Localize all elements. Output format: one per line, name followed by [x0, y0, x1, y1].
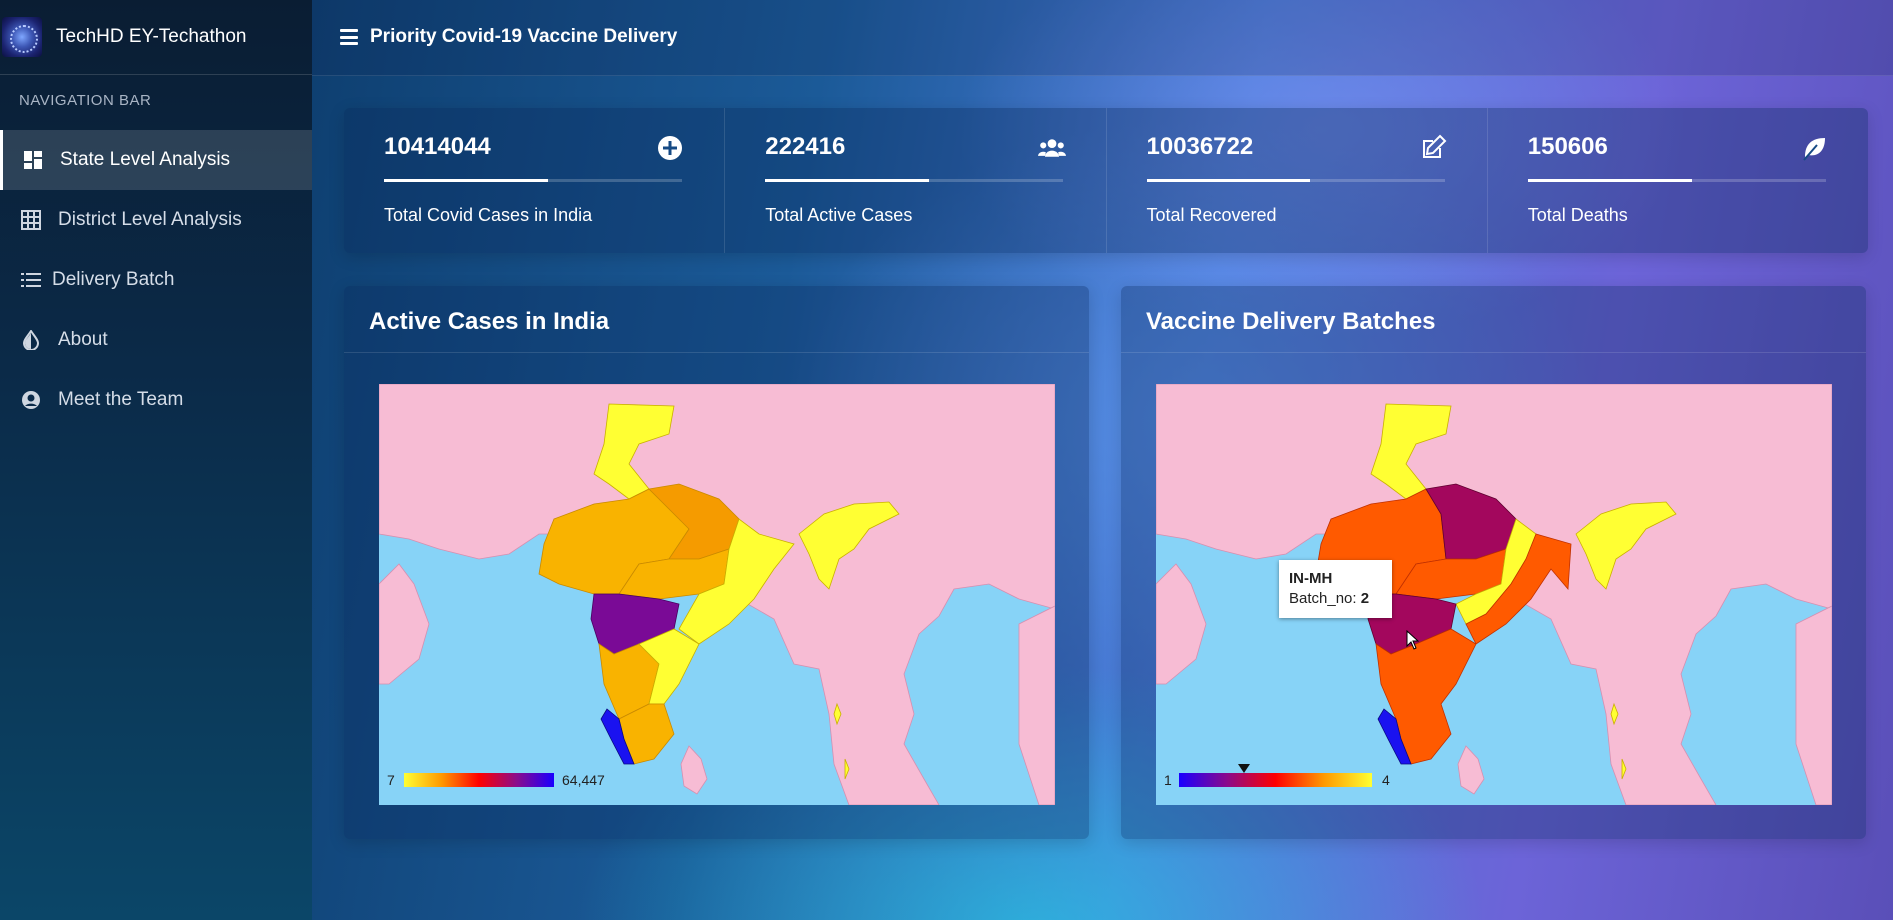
delivery-batches-panel: Vaccine Delivery Batches 1 4 IN-MH Batch… [1121, 286, 1866, 839]
stat-label: Total Recovered [1146, 205, 1277, 225]
legend: 7 64,447 [379, 384, 1055, 805]
sidebar: TechHD EY-Techathon NAVIGATION BAR State… [0, 0, 312, 920]
sidebar-item-district-level-analysis[interactable]: District Level Analysis [0, 190, 312, 250]
sidebar-item-label: Delivery Batch [52, 269, 175, 290]
leaf-icon [1803, 138, 1825, 161]
tooltip-value: 2 [1360, 590, 1370, 607]
progress-fill [384, 179, 548, 182]
list-icon [20, 269, 42, 291]
page-title: Priority Covid-19 Vaccine Delivery [370, 26, 678, 47]
sidebar-item-state-level-analysis[interactable]: State Level Analysis [0, 130, 312, 190]
sidebar-item-delivery-batch[interactable]: Delivery Batch [0, 250, 312, 310]
legend-min: 7 [387, 772, 395, 788]
mouse-cursor-icon [1406, 630, 1420, 650]
progress-track [1527, 179, 1826, 182]
brand[interactable]: TechHD EY-Techathon [0, 0, 312, 75]
tooltip-key: Batch_no: [1289, 590, 1357, 607]
page-title-area: Priority Covid-19 Vaccine Delivery [340, 26, 677, 48]
stat-value: 150606 [1527, 133, 1608, 160]
nav-header: NAVIGATION BAR [19, 92, 152, 109]
stat-label: Total Deaths [1527, 205, 1628, 225]
users-icon [1037, 139, 1066, 157]
stat-active-cases: 222416 Total Active Cases [725, 108, 1107, 253]
tooltip-state: IN-MH [1289, 570, 1333, 587]
color-scale [1179, 773, 1372, 787]
panel-title: Active Cases in India [344, 286, 1089, 353]
stat-total-cases: 10414044 Total Covid Cases in India [344, 108, 726, 253]
stat-label: Total Covid Cases in India [384, 205, 593, 225]
stat-value: 10414044 [384, 133, 491, 160]
delivery-batches-map[interactable]: 1 4 IN-MH Batch_no: 2 [1156, 384, 1832, 805]
map-tooltip: IN-MH Batch_no: 2 [1279, 560, 1392, 618]
sidebar-item-label: About [58, 329, 108, 350]
menu-icon[interactable] [340, 29, 358, 45]
stat-value: 222416 [765, 133, 846, 160]
legend-max: 4 [1382, 772, 1390, 788]
legend-marker [1238, 764, 1250, 773]
brand-title: TechHD EY-Techathon [56, 26, 247, 47]
sidebar-item-label: State Level Analysis [60, 149, 231, 170]
progress-fill [1527, 179, 1692, 182]
sidebar-item-meet-the-team[interactable]: Meet the Team [0, 370, 312, 430]
plus-circle-icon [658, 136, 683, 160]
sidebar-item-about[interactable]: About [0, 310, 312, 370]
stat-label: Total Active Cases [765, 205, 913, 225]
stat-value: 10036722 [1146, 133, 1254, 160]
panel-title: Vaccine Delivery Batches [1121, 286, 1866, 353]
dashboard-icon [22, 149, 44, 171]
user-circle-icon [20, 389, 42, 411]
stat-recovered: 10036722 Total Recovered [1107, 108, 1488, 253]
progress-track [1146, 179, 1445, 182]
color-scale [404, 773, 554, 787]
progress-fill [765, 179, 930, 182]
stat-deaths: 150606 Total Deaths [1488, 108, 1868, 253]
stats-card: 10414044 Total Covid Cases in India 2224… [344, 108, 1868, 253]
active-cases-map[interactable]: 7 64,447 [379, 384, 1055, 805]
drop-icon [20, 329, 42, 351]
legend: 1 4 [1156, 384, 1832, 805]
active-cases-panel: Active Cases in India 7 64,447 [344, 286, 1089, 839]
logo-icon [2, 17, 42, 57]
progress-fill [1146, 179, 1311, 182]
edit-icon [1422, 134, 1447, 158]
grid-icon [20, 209, 42, 231]
legend-min: 1 [1164, 772, 1172, 788]
progress-track [765, 179, 1064, 182]
progress-track [384, 179, 682, 182]
sidebar-item-label: Meet the Team [58, 389, 184, 410]
sidebar-item-label: District Level Analysis [58, 209, 242, 230]
legend-max: 64,447 [562, 772, 605, 788]
